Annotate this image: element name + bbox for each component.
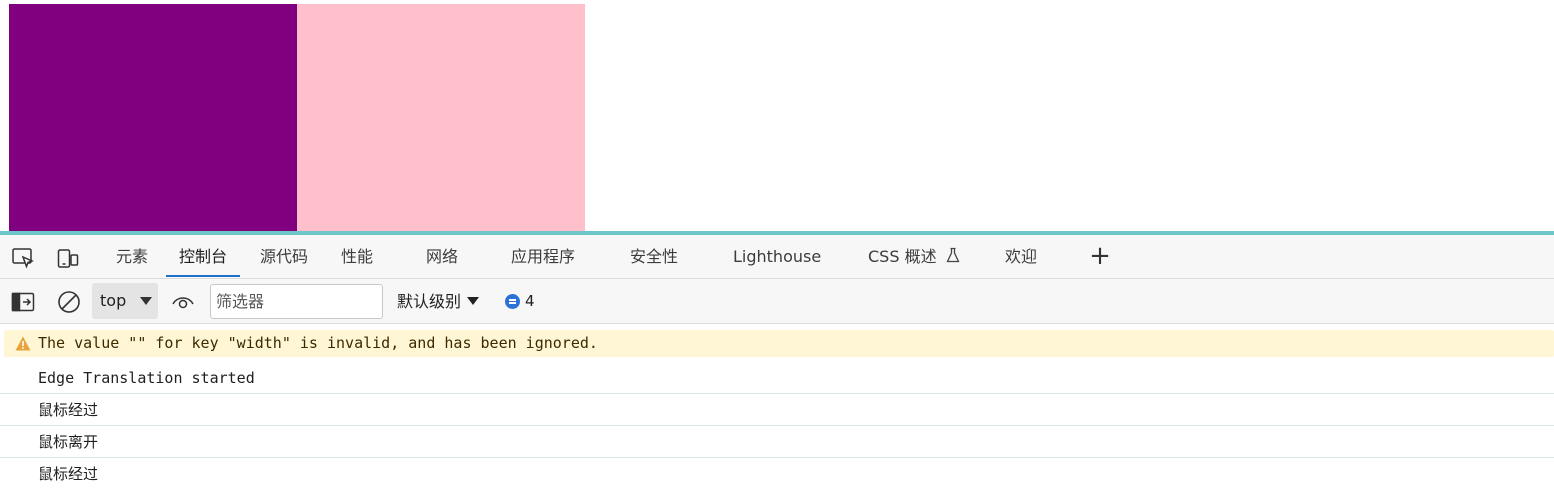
clear-console-icon[interactable]: [56, 289, 82, 315]
tab-elements[interactable]: 元素: [116, 235, 148, 279]
message-count-badge[interactable]: 4: [505, 284, 535, 319]
console-message: 鼠标经过: [0, 394, 1554, 426]
console-sidebar-icon[interactable]: [10, 289, 36, 315]
device-toolbar-icon[interactable]: [56, 246, 80, 270]
console-warning: The value "" for key "width" is invalid,…: [4, 330, 1554, 357]
console-message: Edge Translation started: [0, 362, 1554, 394]
tab-console[interactable]: 控制台: [165, 235, 241, 279]
context-select[interactable]: top: [92, 283, 158, 319]
message-count: 4: [525, 292, 535, 310]
tab-performance[interactable]: 性能: [341, 235, 373, 279]
devtools-panel: 元素 控制台 源代码 性能 网络 应用程序 安全性 Lighthouse CSS…: [0, 235, 1554, 488]
plus-icon[interactable]: +: [1088, 243, 1112, 269]
console-message: 鼠标经过: [0, 458, 1554, 488]
tab-application[interactable]: 应用程序: [511, 235, 575, 279]
tab-css-overview-label: CSS 概述: [868, 247, 937, 266]
log-level-value: 默认级别: [397, 292, 462, 311]
console-messages: The value "" for key "width" is invalid,…: [0, 330, 1554, 488]
page-viewport: [0, 0, 1554, 232]
tab-welcome[interactable]: 欢迎: [1005, 235, 1037, 279]
chevron-down-icon: [467, 297, 480, 305]
tab-lighthouse[interactable]: Lighthouse: [733, 235, 821, 279]
tab-security[interactable]: 安全性: [630, 235, 678, 279]
message-bubble-icon: [505, 294, 520, 309]
pink-box[interactable]: [297, 4, 585, 232]
live-expression-eye-icon[interactable]: [170, 289, 196, 315]
log-level-select[interactable]: 默认级别: [397, 284, 480, 319]
warning-text: The value "" for key "width" is invalid,…: [38, 334, 598, 352]
console-message: 鼠标离开: [0, 426, 1554, 458]
devtools-tab-bar: 元素 控制台 源代码 性能 网络 应用程序 安全性 Lighthouse CSS…: [0, 235, 1554, 279]
console-toolbar: top 默认级别 4: [0, 279, 1554, 324]
tab-css-overview[interactable]: CSS 概述: [868, 235, 960, 279]
experiment-flask-icon: [946, 247, 960, 263]
tab-sources[interactable]: 源代码: [260, 235, 308, 279]
tab-network[interactable]: 网络: [426, 235, 458, 279]
warning-triangle-icon: [15, 336, 31, 351]
filter-input[interactable]: [210, 284, 383, 319]
context-select-value: top: [100, 291, 127, 310]
chevron-down-icon: [140, 297, 152, 305]
inspect-element-icon[interactable]: [11, 246, 35, 270]
purple-box[interactable]: [9, 4, 297, 232]
